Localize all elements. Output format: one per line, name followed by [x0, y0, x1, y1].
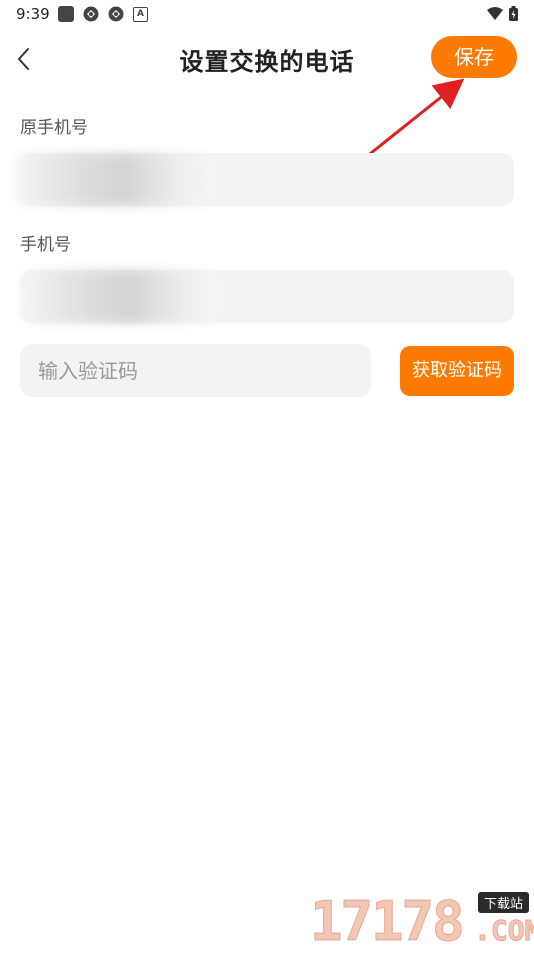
- redaction-blur: [20, 270, 220, 323]
- new-phone-label: 手机号: [20, 235, 71, 255]
- redaction-blur: [14, 153, 214, 206]
- status-time: 9:39: [16, 5, 50, 23]
- old-phone-input[interactable]: [14, 153, 514, 206]
- new-phone-input[interactable]: [20, 270, 514, 323]
- verification-code-input[interactable]: [20, 344, 371, 397]
- battery-icon: [509, 6, 518, 21]
- square-notification-icon: [58, 6, 74, 22]
- status-bar: 9:39 A: [0, 0, 534, 28]
- a-icon: A: [133, 6, 148, 22]
- notification-icons: A: [58, 6, 148, 22]
- watermark-badge: 下载站: [478, 892, 530, 913]
- old-phone-label: 原手机号: [20, 118, 88, 138]
- system-icons: [487, 6, 518, 21]
- watermark-logo: 17178 下载站 .COM: [310, 888, 534, 953]
- wifi-icon: [487, 6, 503, 20]
- sync-icon: [108, 6, 124, 22]
- watermark-digits: 17178: [310, 890, 466, 953]
- sync-icon: [83, 6, 99, 22]
- watermark-domain: .COM: [473, 914, 534, 948]
- get-code-button[interactable]: 获取验证码: [400, 346, 514, 396]
